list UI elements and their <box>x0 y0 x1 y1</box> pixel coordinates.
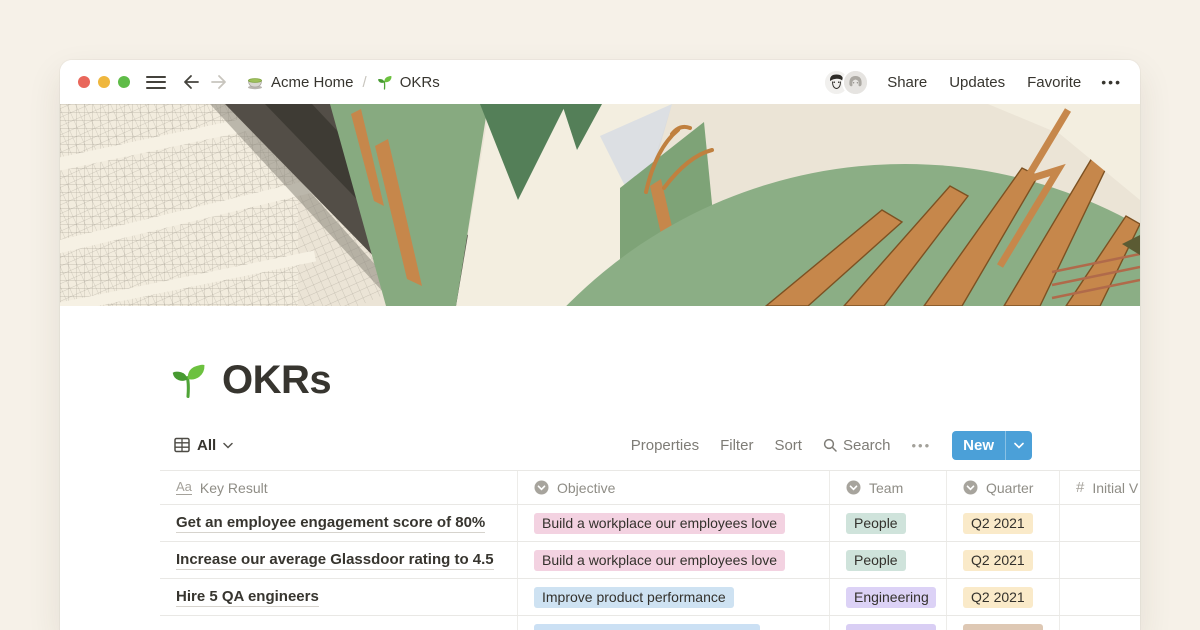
select-property-icon <box>846 480 861 495</box>
seedling-icon <box>376 74 393 91</box>
view-more-options-icon[interactable]: ••• <box>912 438 932 453</box>
matcha-tea-icon <box>246 74 264 90</box>
properties-button[interactable]: Properties <box>631 437 699 454</box>
zoom-window-button[interactable] <box>118 76 130 88</box>
initial-value-cell[interactable] <box>1060 579 1140 615</box>
objective-tag[interactable]: Build a workplace our employees love <box>534 513 785 534</box>
more-options-icon[interactable]: ••• <box>1101 74 1122 90</box>
view-switcher[interactable]: All <box>174 437 233 454</box>
number-property-icon: # <box>1076 479 1084 496</box>
breadcrumb-workspace[interactable]: Acme Home <box>271 74 354 91</box>
new-button-dropdown[interactable] <box>1006 431 1032 460</box>
titlebar: Acme Home / OKRs Share Updates Favorite … <box>60 60 1140 104</box>
table-view-icon <box>174 437 190 453</box>
search-label: Search <box>843 437 891 454</box>
key-result-title[interactable]: Increase our average Glassdoor rating to… <box>176 551 494 570</box>
initial-value-cell[interactable] <box>1060 616 1140 630</box>
objective-tag[interactable]: Improve product performance <box>534 587 734 608</box>
initial-value-cell[interactable] <box>1060 505 1140 541</box>
table-header-row: Aa Key Result Objective Team Quarter # <box>160 470 1140 505</box>
objective-tag[interactable] <box>534 624 760 630</box>
team-tag[interactable]: Engineering <box>846 587 936 608</box>
team-tag[interactable]: People <box>846 513 906 534</box>
cover-image <box>60 104 1140 306</box>
avatar[interactable] <box>842 69 869 96</box>
window-controls <box>78 76 130 88</box>
key-result-title[interactable]: Hire 5 QA engineers <box>176 588 319 607</box>
minimize-window-button[interactable] <box>98 76 110 88</box>
breadcrumb-page[interactable]: OKRs <box>400 74 440 91</box>
table-row[interactable] <box>160 616 1140 630</box>
table-row[interactable]: Increase our average Glassdoor rating to… <box>160 542 1140 579</box>
column-header-key-result[interactable]: Aa Key Result <box>160 471 518 504</box>
search-icon <box>823 438 837 452</box>
select-property-icon <box>534 480 549 495</box>
column-header-quarter[interactable]: Quarter <box>947 471 1060 504</box>
collaborator-avatars <box>823 69 869 96</box>
key-result-title[interactable]: Get an employee engagement score of 80% <box>176 514 485 533</box>
new-button-label[interactable]: New <box>952 431 1005 460</box>
initial-value-cell[interactable] <box>1060 542 1140 578</box>
search-button[interactable]: Search <box>823 437 891 454</box>
quarter-tag[interactable] <box>963 624 1043 630</box>
page-title[interactable]: OKRs <box>222 358 331 403</box>
breadcrumb: Acme Home / OKRs <box>246 74 440 91</box>
team-tag[interactable] <box>846 624 936 630</box>
select-property-icon <box>963 480 978 495</box>
table-row[interactable]: Get an employee engagement score of 80% … <box>160 505 1140 542</box>
seedling-icon[interactable] <box>168 360 208 400</box>
quarter-tag[interactable]: Q2 2021 <box>963 550 1033 571</box>
page-content: OKRs All Properties Filter Sort Search •… <box>60 356 1140 630</box>
objective-tag[interactable]: Build a workplace our employees love <box>534 550 785 571</box>
breadcrumb-separator: / <box>363 74 367 91</box>
forward-button[interactable] <box>210 74 228 90</box>
updates-button[interactable]: Updates <box>949 74 1005 91</box>
sidebar-menu-icon[interactable] <box>146 72 166 92</box>
table-row[interactable]: Hire 5 QA engineers Improve product perf… <box>160 579 1140 616</box>
okr-table: Aa Key Result Objective Team Quarter # <box>160 470 1140 630</box>
back-button[interactable] <box>182 74 200 90</box>
quarter-tag[interactable]: Q2 2021 <box>963 587 1033 608</box>
view-name: All <box>197 437 216 454</box>
chevron-down-icon <box>1014 442 1024 449</box>
filter-button[interactable]: Filter <box>720 437 753 454</box>
view-toolbar: All Properties Filter Sort Search ••• Ne… <box>60 430 1140 460</box>
column-header-team[interactable]: Team <box>830 471 947 504</box>
quarter-tag[interactable]: Q2 2021 <box>963 513 1033 534</box>
share-button[interactable]: Share <box>887 74 927 91</box>
title-property-icon: Aa <box>176 480 192 495</box>
close-window-button[interactable] <box>78 76 90 88</box>
sort-button[interactable]: Sort <box>774 437 802 454</box>
new-button[interactable]: New <box>952 431 1032 460</box>
column-header-initial-value[interactable]: # Initial V <box>1060 471 1140 504</box>
column-header-objective[interactable]: Objective <box>518 471 830 504</box>
favorite-button[interactable]: Favorite <box>1027 74 1081 91</box>
team-tag[interactable]: People <box>846 550 906 571</box>
page-title-row: OKRs <box>168 356 1140 404</box>
app-window: Acme Home / OKRs Share Updates Favorite … <box>60 60 1140 630</box>
chevron-down-icon <box>223 442 233 449</box>
